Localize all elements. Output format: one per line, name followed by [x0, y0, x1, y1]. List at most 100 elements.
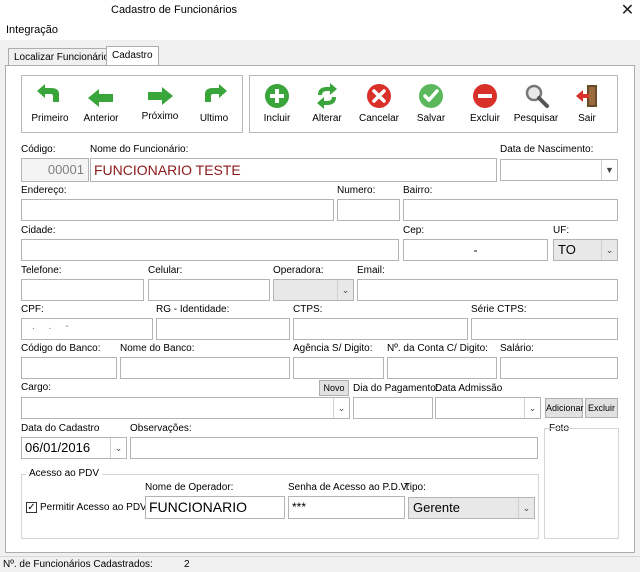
ultimo-button[interactable]: Ultimo — [190, 82, 238, 140]
salario-field[interactable] — [500, 357, 618, 379]
agencia-label: Agência S/ Digito: — [293, 343, 373, 354]
foto-box[interactable] — [544, 428, 619, 539]
check-icon — [419, 84, 443, 108]
permitir-checkbox[interactable]: ✓ — [26, 502, 37, 513]
status-count: 2 — [184, 559, 190, 570]
codigo-label: Código: — [21, 144, 56, 155]
numero-label: Numero: — [337, 185, 376, 196]
salvar-button[interactable]: Salvar — [407, 82, 455, 140]
bairro-field[interactable] — [403, 199, 618, 221]
agencia-field[interactable] — [293, 357, 384, 379]
pesquisar-label: Pesquisar — [513, 113, 559, 124]
operador-field[interactable]: FUNCIONARIO — [145, 496, 285, 519]
permitir-checkbox-row[interactable]: ✓ Permitir Acesso ao PDV — [26, 502, 147, 516]
data-admissao-label: Data Admissão — [435, 383, 503, 394]
telefone-field[interactable] — [21, 279, 144, 301]
excluir-small-button[interactable]: Excluir — [585, 398, 618, 418]
cpf-label: CPF: — [21, 304, 44, 315]
observacoes-label: Observações: — [130, 423, 192, 434]
uf-label: UF: — [553, 225, 570, 236]
conta-field[interactable] — [387, 357, 497, 379]
nome-banco-field[interactable] — [120, 357, 290, 379]
uf-value: TO — [558, 242, 576, 257]
cod-banco-field[interactable] — [21, 357, 117, 379]
telefone-label: Telefone: — [21, 265, 62, 276]
chevron-down-icon[interactable]: ▼ — [601, 160, 617, 180]
first-arrow-icon — [37, 84, 59, 102]
cancelar-button[interactable]: Cancelar — [355, 82, 403, 140]
exit-door-icon — [576, 85, 597, 107]
data-cadastro-value: 06/01/2016 — [25, 440, 91, 455]
alterar-label: Alterar — [312, 113, 342, 124]
dia-pagamento-field[interactable] — [353, 397, 433, 419]
tab-cadastro[interactable]: Cadastro — [106, 46, 159, 66]
rg-label: RG - Identidade: — [156, 304, 230, 315]
chevron-down-icon[interactable]: ⌄ — [337, 280, 353, 300]
data-cadastro-label: Data do Cadastro — [21, 423, 100, 434]
cep-field[interactable]: - — [403, 239, 548, 261]
operadora-label: Operadora: — [273, 265, 324, 276]
chevron-down-icon[interactable]: ⌄ — [601, 240, 617, 260]
excluir-button[interactable]: Excluir — [461, 82, 509, 140]
status-label: Nº. de Funcionários Cadastrados: — [3, 559, 153, 570]
cancelar-label: Cancelar — [358, 113, 400, 124]
senha-field[interactable]: *** — [288, 496, 405, 519]
sair-button[interactable]: Sair — [563, 82, 611, 140]
magnifier-icon — [525, 84, 549, 108]
cargo-label: Cargo: — [21, 382, 52, 393]
menu-integracao[interactable]: Integração — [6, 24, 58, 36]
anterior-button[interactable]: Anterior — [77, 86, 125, 144]
data-admissao-picker[interactable]: ⌄ — [435, 397, 541, 419]
window-title: Cadastro de Funcionários — [111, 4, 237, 16]
proximo-button[interactable]: Próximo — [136, 84, 184, 142]
novo-button[interactable]: Novo — [319, 380, 349, 396]
cep-label: Cep: — [403, 225, 425, 236]
chevron-down-icon[interactable]: ⌄ — [333, 398, 349, 418]
senha-label: Senha de Acesso ao P.D.V: — [288, 482, 410, 493]
tab-localizar[interactable]: Localizar Funcionário — [8, 48, 116, 66]
observacoes-field[interactable] — [130, 437, 538, 459]
refresh-icon — [317, 83, 337, 109]
alterar-button[interactable]: Alterar — [303, 82, 351, 140]
title-bar — [0, 4, 640, 20]
codigo-field: 00001 — [21, 158, 89, 182]
tipo-label: Tipo: — [404, 482, 426, 493]
nome-banco-label: Nome do Banco: — [120, 343, 195, 354]
chevron-down-icon[interactable]: ⌄ — [524, 398, 540, 418]
salario-label: Salário: — [500, 343, 534, 354]
pdv-group-label: Acesso ao PDV — [26, 468, 103, 479]
data-cadastro-picker[interactable]: 06/01/2016 ⌄ — [21, 437, 127, 459]
rg-field[interactable] — [156, 318, 290, 340]
email-field[interactable] — [357, 279, 618, 301]
operador-label: Nome de Operador: — [145, 482, 234, 493]
cidade-field[interactable] — [21, 239, 399, 261]
incluir-label: Incluir — [263, 113, 291, 124]
permitir-label: Permitir Acesso ao PDV — [40, 502, 147, 513]
salvar-label: Salvar — [416, 113, 446, 124]
numero-field[interactable] — [337, 199, 400, 221]
cargo-select[interactable]: ⌄ — [21, 397, 350, 419]
incluir-button[interactable]: Incluir — [253, 82, 301, 140]
bairro-label: Bairro: — [403, 185, 433, 196]
endereco-label: Endereço: — [21, 185, 67, 196]
endereco-field[interactable] — [21, 199, 334, 221]
adicionar-button[interactable]: Adicionar — [545, 398, 584, 418]
close-icon[interactable]: ✕ — [615, 0, 640, 22]
menu-bar — [0, 22, 640, 40]
tipo-select[interactable]: Gerente ⌄ — [408, 497, 535, 519]
ctps-field[interactable] — [293, 318, 468, 340]
operadora-select[interactable]: ⌄ — [273, 279, 354, 301]
chevron-down-icon[interactable]: ⌄ — [110, 438, 126, 458]
cpf-field[interactable]: . . - — [21, 318, 153, 340]
nome-label: Nome do Funcionário: — [90, 144, 189, 155]
chevron-down-icon[interactable]: ⌄ — [518, 498, 534, 518]
nome-field[interactable]: FUNCIONARIO TESTE — [90, 158, 497, 182]
nascimento-picker[interactable]: ▼ — [500, 159, 618, 181]
serie-field[interactable] — [471, 318, 618, 340]
celular-field[interactable] — [148, 279, 270, 301]
celular-label: Celular: — [148, 265, 183, 276]
primeiro-button[interactable]: Primeiro — [26, 82, 74, 140]
left-arrow-icon — [88, 89, 113, 107]
uf-select[interactable]: TO ⌄ — [553, 239, 618, 261]
pesquisar-button[interactable]: Pesquisar — [512, 82, 560, 140]
